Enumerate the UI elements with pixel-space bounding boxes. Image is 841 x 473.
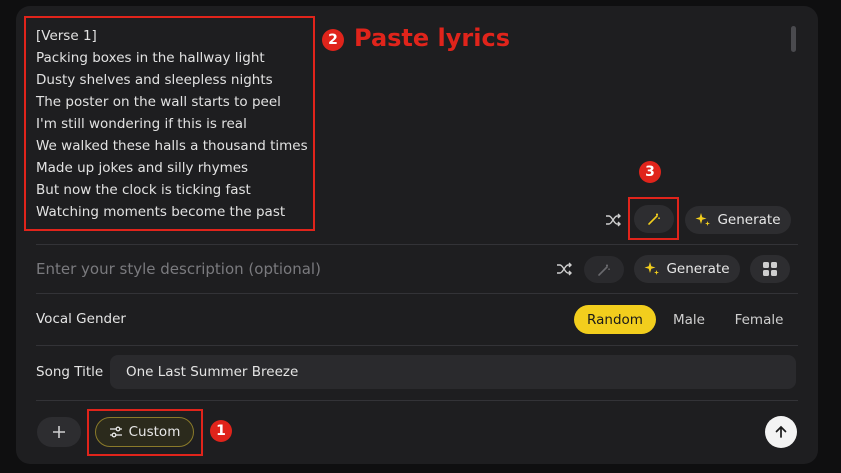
annotation-badge-3: 3 [639,161,661,183]
style-shuffle-button[interactable] [553,258,575,280]
submit-button[interactable] [765,416,797,448]
sparkle-icon [695,213,711,226]
plus-icon [53,426,65,438]
shuffle-icon [606,213,621,227]
lyrics-shuffle-button[interactable] [602,209,624,231]
lyrics-generate-label: Generate [717,212,781,228]
annotation-magic-box [628,197,679,240]
divider [36,345,798,346]
divider [36,244,798,245]
vocal-option-female[interactable]: Female [724,305,794,334]
arrow-up-icon [775,425,787,438]
annotation-badge-1: 1 [210,420,232,442]
annotation-custom-box [87,409,203,456]
annotation-paste-lyrics: Paste lyrics [354,24,510,52]
divider [36,293,798,294]
grid-icon [763,262,777,276]
shuffle-icon [557,262,572,276]
magic-wand-icon [598,264,610,276]
style-generate-button[interactable]: Generate [634,255,740,283]
lyrics-generate-button[interactable]: Generate [685,206,791,234]
style-presets-button[interactable] [750,255,790,283]
add-button[interactable] [37,417,81,447]
divider [36,400,798,401]
scrollbar[interactable] [791,26,796,52]
style-description-input[interactable] [36,258,516,280]
annotation-lyrics-box [24,16,315,231]
vocal-option-male[interactable]: Male [662,305,716,334]
vocal-option-random[interactable]: Random [574,305,656,334]
song-title-input[interactable] [110,355,796,389]
vocal-gender-label: Vocal Gender [36,311,126,327]
sparkle-icon [644,262,660,275]
annotation-badge-2: 2 [322,29,344,51]
style-generate-label: Generate [666,261,730,277]
style-magic-button[interactable] [584,256,624,283]
song-title-label: Song Title [36,364,104,380]
